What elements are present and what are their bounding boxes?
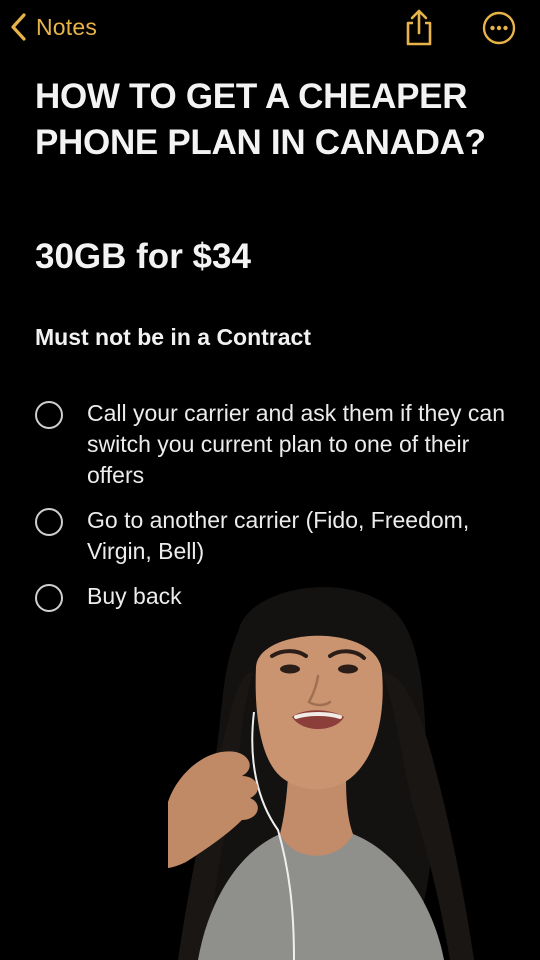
checklist-item-text[interactable]: Call your carrier and ask them if they c…	[87, 398, 515, 491]
note-heading[interactable]: Must not be in a Contract	[35, 322, 311, 352]
share-button[interactable]	[402, 8, 436, 48]
chevron-left-icon	[11, 13, 26, 41]
note-title[interactable]: HOW TO GET A CHEAPER PHONE PLAN IN CANAD…	[35, 74, 515, 166]
presenter-video-overlay	[168, 587, 474, 960]
share-icon	[406, 9, 432, 46]
checklist-item: Go to another carrier (Fido, Freedom, Vi…	[35, 505, 515, 567]
checkbox-circle[interactable]	[35, 584, 63, 612]
checklist-item-text[interactable]: Go to another carrier (Fido, Freedom, Vi…	[87, 505, 515, 567]
ellipsis-circle-icon	[482, 11, 516, 45]
note-subtitle[interactable]: 30GB for $34	[35, 234, 251, 280]
checkbox-circle[interactable]	[35, 401, 63, 429]
navigation-bar: Notes	[0, 0, 540, 56]
checkbox-circle[interactable]	[35, 508, 63, 536]
back-button[interactable]: Notes	[10, 10, 97, 44]
back-button-label: Notes	[36, 13, 98, 40]
checklist-item: Call your carrier and ask them if they c…	[35, 398, 515, 491]
more-options-button[interactable]	[482, 11, 516, 45]
